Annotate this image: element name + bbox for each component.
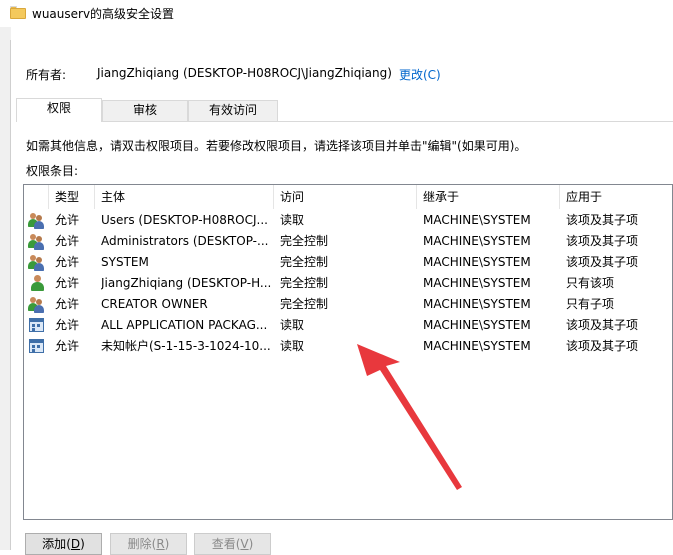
user-icon: [28, 275, 45, 292]
tab-auditing[interactable]: 审核: [102, 100, 188, 121]
change-owner-link[interactable]: 更改(C): [399, 66, 441, 83]
table-row[interactable]: 允许 CREATOR OWNER 完全控制 MACHINE\SYSTEM 只有子项: [24, 294, 673, 315]
tab-effective-access[interactable]: 有效访问: [188, 100, 278, 121]
header-inherited-from[interactable]: 继承于: [417, 185, 560, 209]
cell-applies: 只有该项: [566, 276, 615, 290]
list-header: 类型 主体 访问 继承于 应用于: [24, 185, 673, 209]
cell-principal: Administrators (DESKTOP-...: [101, 234, 269, 248]
header-icon-column: [24, 185, 49, 209]
cell-access: 完全控制: [280, 255, 329, 269]
view-button[interactable]: 查看(V): [194, 533, 271, 555]
cell-principal: SYSTEM: [101, 255, 149, 269]
remove-button[interactable]: 删除(R): [110, 533, 187, 555]
cell-principal: ALL APPLICATION PACKAG...: [101, 318, 268, 332]
window-title: wuauserv的高级安全设置: [32, 7, 175, 21]
cell-principal: 未知帐户(S-1-15-3-1024-10...: [101, 339, 271, 353]
app-package-icon: [28, 338, 45, 355]
cell-applies: 该项及其子项: [566, 318, 639, 332]
remove-button-key: R: [156, 537, 165, 551]
cell-access: 读取: [280, 213, 305, 227]
cell-principal: CREATOR OWNER: [101, 297, 208, 311]
cell-access: 读取: [280, 318, 305, 332]
cell-inherited: MACHINE\SYSTEM: [423, 276, 531, 290]
users-group-icon: [28, 233, 45, 250]
permission-entries-list[interactable]: 类型 主体 访问 继承于 应用于 允许 Users (DESKTOP-H08ROC…: [23, 184, 673, 520]
users-group-icon: [28, 212, 45, 229]
cell-applies: 该项及其子项: [566, 234, 639, 248]
table-row[interactable]: 允许 Users (DESKTOP-H08ROCJ... 读取 MACHINE\SYS…: [24, 210, 673, 231]
add-button-key: D: [70, 537, 81, 551]
cell-type: 允许: [55, 276, 80, 290]
cell-type: 允许: [55, 234, 80, 248]
view-button-label: 查看: [211, 537, 236, 551]
info-text: 如需其他信息，请双击权限项目。若要修改权限项目，请选择该项目并单击"编辑"(如果…: [26, 139, 527, 153]
cell-applies: 该项及其子项: [566, 339, 639, 353]
cell-type: 允许: [55, 255, 80, 269]
table-row[interactable]: 允许 Administrators (DESKTOP-... 完全控制 MACHINE…: [24, 231, 673, 252]
owner-label: 所有者:: [26, 68, 67, 82]
tab-strip: 权限 审核 有效访问: [16, 98, 673, 122]
users-group-icon: [28, 254, 45, 271]
cell-principal: JiangZhiqiang (DESKTOP-H...: [101, 276, 271, 290]
cell-applies: 只有子项: [566, 297, 615, 311]
header-type[interactable]: 类型: [49, 185, 95, 209]
cell-type: 允许: [55, 213, 80, 227]
add-button-label: 添加: [42, 537, 67, 551]
tab-page-border: [16, 121, 673, 122]
cell-applies: 该项及其子项: [566, 213, 639, 227]
cell-inherited: MACHINE\SYSTEM: [423, 318, 531, 332]
cell-access: 完全控制: [280, 276, 329, 290]
cell-principal: Users (DESKTOP-H08ROCJ...: [101, 213, 268, 227]
header-principal[interactable]: 主体: [95, 185, 274, 209]
cell-access: 完全控制: [280, 297, 329, 311]
view-button-key: V: [240, 537, 249, 551]
users-group-icon: [28, 296, 45, 313]
cell-access: 读取: [280, 339, 305, 353]
table-row[interactable]: 允许 未知帐户(S-1-15-3-1024-10... 读取 MACHINE\SYST…: [24, 336, 673, 357]
table-row[interactable]: 允许 JiangZhiqiang (DESKTOP-H... 完全控制 MACHINE…: [24, 273, 673, 294]
table-row[interactable]: 允许 SYSTEM 完全控制 MACHINE\SYSTEM 该项及其子项: [24, 252, 673, 273]
title-bar: wuauserv的高级安全设置: [0, 0, 673, 27]
cell-inherited: MACHINE\SYSTEM: [423, 339, 531, 353]
folder-icon: [10, 6, 26, 19]
cell-applies: 该项及其子项: [566, 255, 639, 269]
cell-access: 完全控制: [280, 234, 329, 248]
header-access[interactable]: 访问: [274, 185, 417, 209]
add-button[interactable]: 添加(D): [25, 533, 102, 555]
cell-inherited: MACHINE\SYSTEM: [423, 297, 531, 311]
cell-type: 允许: [55, 297, 80, 311]
header-applies-to[interactable]: 应用于: [560, 185, 673, 209]
cell-type: 允许: [55, 339, 80, 353]
cell-type: 允许: [55, 318, 80, 332]
tab-permissions[interactable]: 权限: [16, 98, 102, 122]
cell-inherited: MACHINE\SYSTEM: [423, 213, 531, 227]
remove-button-label: 删除: [127, 537, 152, 551]
cell-inherited: MACHINE\SYSTEM: [423, 234, 531, 248]
app-package-icon: [28, 317, 45, 334]
background-window-edge: [0, 27, 11, 550]
table-row[interactable]: 允许 ALL APPLICATION PACKAG... 读取 MACHINE\SYS…: [24, 315, 673, 336]
cell-inherited: MACHINE\SYSTEM: [423, 255, 531, 269]
permission-entries-label: 权限条目:: [26, 164, 79, 178]
owner-value: JiangZhiqiang (DESKTOP-H08ROCJ\JiangZhiq…: [97, 66, 392, 80]
